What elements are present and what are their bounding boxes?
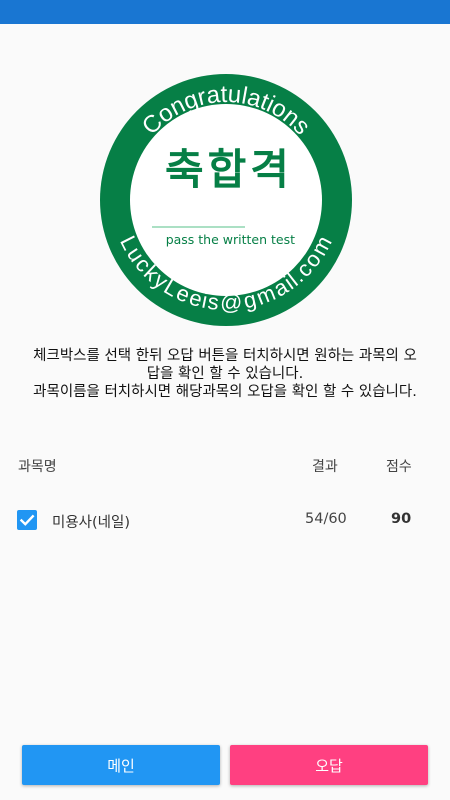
header-subject: 과목명 (18, 459, 57, 475)
seal-subtitle: pass the written test (166, 232, 295, 247)
row-subject-name[interactable]: 미용사(네일) (52, 511, 130, 532)
status-bar (0, 0, 450, 24)
congratulations-seal: Congratulations LuckyLeeis@gmail.com 축합격… (100, 74, 352, 326)
row-checkbox[interactable] (17, 510, 37, 530)
row-score: 90 (391, 511, 412, 527)
seal-center-text: 축합격 (165, 145, 293, 194)
wrong-answers-button[interactable]: 오답 (230, 745, 428, 785)
instruction-line-2: 과목이름을 터치하시면 해당과목의 오답을 확인 할 수 있습니다. (33, 384, 417, 400)
table-row: 미용사(네일) 54/60 90 (0, 506, 450, 534)
header-result: 결과 (312, 459, 338, 475)
header-score: 점수 (386, 459, 412, 475)
main-button[interactable]: 메인 (22, 745, 220, 785)
checkmark-icon (19, 514, 35, 526)
row-result: 54/60 (305, 511, 347, 527)
instructions: 체크박스를 선택 한뒤 오답 버튼을 터치하시면 원하는 과목의 오답을 확인 … (28, 347, 422, 401)
instruction-line-1: 체크박스를 선택 한뒤 오답 버튼을 터치하시면 원하는 과목의 오답을 확인 … (33, 348, 417, 382)
table-header: 과목명 결과 점수 (0, 456, 450, 476)
